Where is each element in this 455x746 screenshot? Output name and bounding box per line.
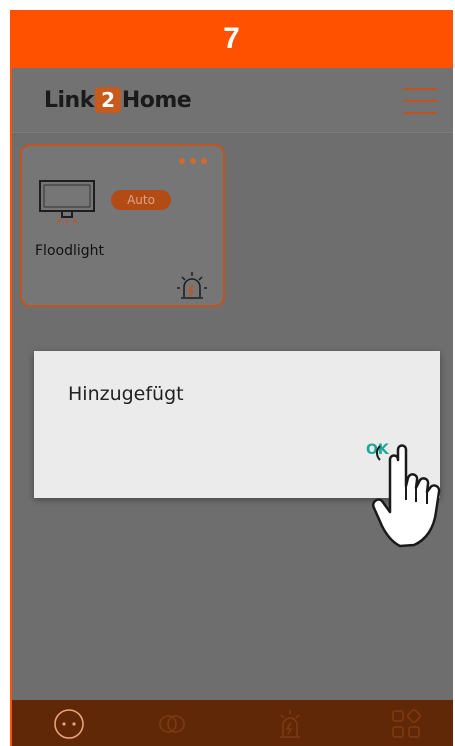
floodlight-device-icon (39, 180, 95, 225)
device-card-floodlight[interactable]: Auto Floodlight (20, 144, 225, 307)
link-icon[interactable] (156, 708, 188, 740)
phone-screen: Link 2 Home Auto Floodlight Hinzugefügt … (10, 68, 453, 746)
apps-grid-icon[interactable] (390, 708, 422, 740)
tap-hand-pointer-icon (372, 444, 441, 548)
step-banner: 7 (10, 10, 453, 68)
device-name: Floodlight (35, 243, 104, 259)
logo-text-home: Home (121, 87, 192, 113)
app-logo: Link 2 Home (44, 87, 192, 113)
logo-number-badge: 2 (94, 87, 121, 113)
phone-frame-edge (10, 68, 12, 746)
alarm-icon[interactable] (274, 708, 306, 740)
more-options-icon[interactable] (179, 158, 207, 164)
auto-mode-badge: Auto (111, 190, 171, 210)
app-header: Link 2 Home (10, 68, 453, 133)
hamburger-menu-icon[interactable] (403, 88, 437, 114)
devices-icon[interactable] (53, 708, 85, 740)
dialog-message: Hinzugefügt (68, 383, 184, 405)
logo-text-link: Link (44, 87, 94, 113)
step-number: 7 (223, 22, 240, 55)
alarm-siren-icon[interactable] (176, 271, 208, 301)
bottom-navigation (10, 700, 453, 746)
